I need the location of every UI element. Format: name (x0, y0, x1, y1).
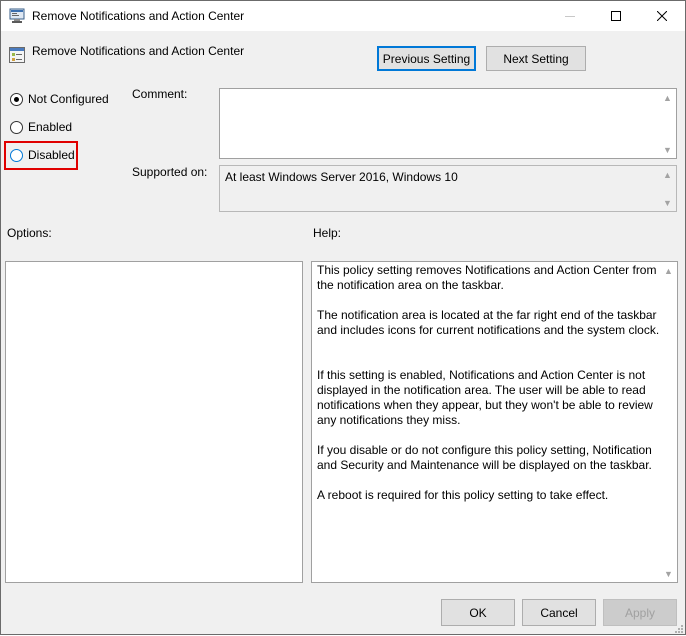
maximize-button[interactable] (593, 1, 639, 31)
help-paragraph: This policy setting removes Notification… (317, 263, 657, 292)
radio-label: Enabled (28, 120, 73, 134)
cancel-button[interactable]: Cancel (522, 599, 596, 626)
supported-on-field: At least Windows Server 2016, Windows 10… (219, 165, 677, 212)
radio-label: Disabled (28, 148, 75, 162)
options-panel (5, 261, 303, 583)
scroll-down-icon[interactable]: ▼ (659, 141, 676, 158)
help-paragraph: The notification area is located at the … (317, 308, 660, 337)
help-text: This policy setting removes Notification… (317, 263, 662, 518)
policy-setting-icon (8, 46, 26, 64)
radio-button[interactable] (10, 92, 23, 106)
radio-button[interactable] (10, 148, 23, 162)
help-paragraph: If this setting is enabled, Notification… (317, 368, 653, 427)
help-panel: This policy setting removes Notification… (311, 261, 678, 583)
help-paragraph: A reboot is required for this policy set… (317, 488, 609, 502)
comment-field[interactable]: ▲ ▼ (219, 88, 677, 159)
policy-name: Remove Notifications and Action Center (32, 44, 245, 58)
comment-scrollbar[interactable]: ▲ ▼ (659, 89, 676, 158)
close-button[interactable] (639, 1, 685, 31)
help-scrollbar[interactable]: ▲ ▼ (660, 262, 677, 582)
scroll-down-icon[interactable]: ▼ (659, 194, 676, 211)
supported-on-label: Supported on: (132, 165, 208, 179)
previous-setting-button[interactable]: Previous Setting (377, 46, 476, 71)
comment-label: Comment: (132, 87, 188, 101)
ok-button[interactable]: OK (441, 599, 515, 626)
title-bar[interactable]: Remove Notifications and Action Center (1, 1, 685, 31)
radio-button[interactable] (10, 120, 23, 134)
maximize-icon (611, 11, 621, 21)
minimize-button[interactable] (547, 1, 593, 31)
help-paragraph: If you disable or do not configure this … (317, 443, 652, 472)
next-setting-button[interactable]: Next Setting (486, 46, 586, 71)
close-icon (657, 11, 667, 21)
policy-setting-window: Remove Notifications and Action Center R… (0, 0, 686, 635)
scroll-up-icon[interactable]: ▲ (660, 262, 677, 279)
help-label: Help: (313, 226, 342, 240)
minimize-icon (565, 16, 575, 17)
scroll-down-icon[interactable]: ▼ (660, 565, 677, 582)
scroll-up-icon[interactable]: ▲ (659, 166, 676, 183)
options-label: Options: (7, 226, 52, 240)
supported-scrollbar[interactable]: ▲ ▼ (659, 166, 676, 211)
resize-grip-icon[interactable] (673, 622, 683, 633)
radio-disabled[interactable]: Disabled (10, 148, 75, 162)
scroll-up-icon[interactable]: ▲ (659, 89, 676, 106)
radio-enabled[interactable]: Enabled (10, 120, 72, 134)
policy-editor-icon (9, 8, 25, 24)
apply-button[interactable]: Apply (603, 599, 677, 626)
radio-label: Not Configured (28, 92, 109, 106)
supported-on-value: At least Windows Server 2016, Windows 10 (225, 170, 458, 184)
radio-not-configured[interactable]: Not Configured (10, 92, 109, 106)
window-title: Remove Notifications and Action Center (32, 9, 245, 23)
